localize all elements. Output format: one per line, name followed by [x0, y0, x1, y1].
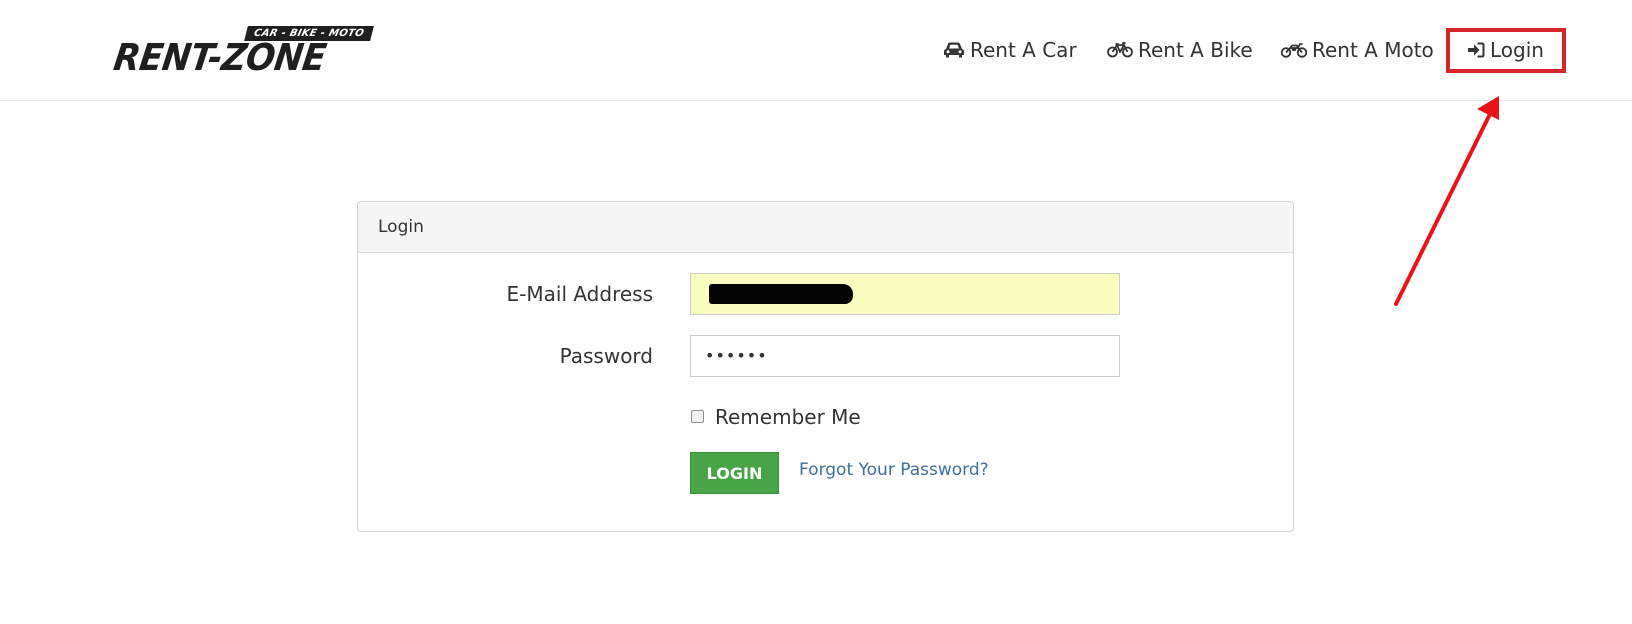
bicycle-icon — [1107, 42, 1133, 58]
nav-rent-a-bike[interactable]: Rent A Bike — [1107, 30, 1253, 70]
nav-rent-a-bike-label: Rent A Bike — [1138, 38, 1253, 62]
nav-rent-a-moto[interactable]: Rent A Moto — [1281, 30, 1434, 70]
redaction-mark — [709, 284, 853, 304]
brand-logo[interactable]: CAR - BIKE - MOTO RENT-ZONE — [111, 24, 374, 79]
panel-heading: Login — [358, 202, 1293, 253]
remember-me-checkbox[interactable] — [691, 410, 704, 423]
nav-rent-a-car[interactable]: Rent A Car — [943, 30, 1077, 70]
brand-name: RENT-ZONE — [111, 36, 329, 79]
navbar: CAR - BIKE - MOTO RENT-ZONE Rent A Car R… — [0, 0, 1632, 101]
nav-rent-a-car-label: Rent A Car — [970, 38, 1077, 62]
motorcycle-icon — [1281, 43, 1307, 58]
email-field[interactable] — [690, 273, 1120, 315]
annotation-arrow — [1394, 96, 1499, 306]
login-button[interactable]: LOGIN — [690, 452, 779, 494]
login-highlight-box — [1446, 28, 1566, 73]
remember-me-label[interactable]: Remember Me — [715, 405, 861, 429]
password-label: Password — [559, 344, 653, 368]
car-icon — [944, 42, 964, 58]
login-panel: Login E-Mail Address Password •••••• Rem… — [357, 201, 1294, 532]
email-label: E-Mail Address — [506, 282, 653, 306]
forgot-password-link[interactable]: Forgot Your Password? — [799, 460, 989, 480]
password-field[interactable]: •••••• — [690, 335, 1120, 377]
nav-rent-a-moto-label: Rent A Moto — [1312, 38, 1434, 62]
